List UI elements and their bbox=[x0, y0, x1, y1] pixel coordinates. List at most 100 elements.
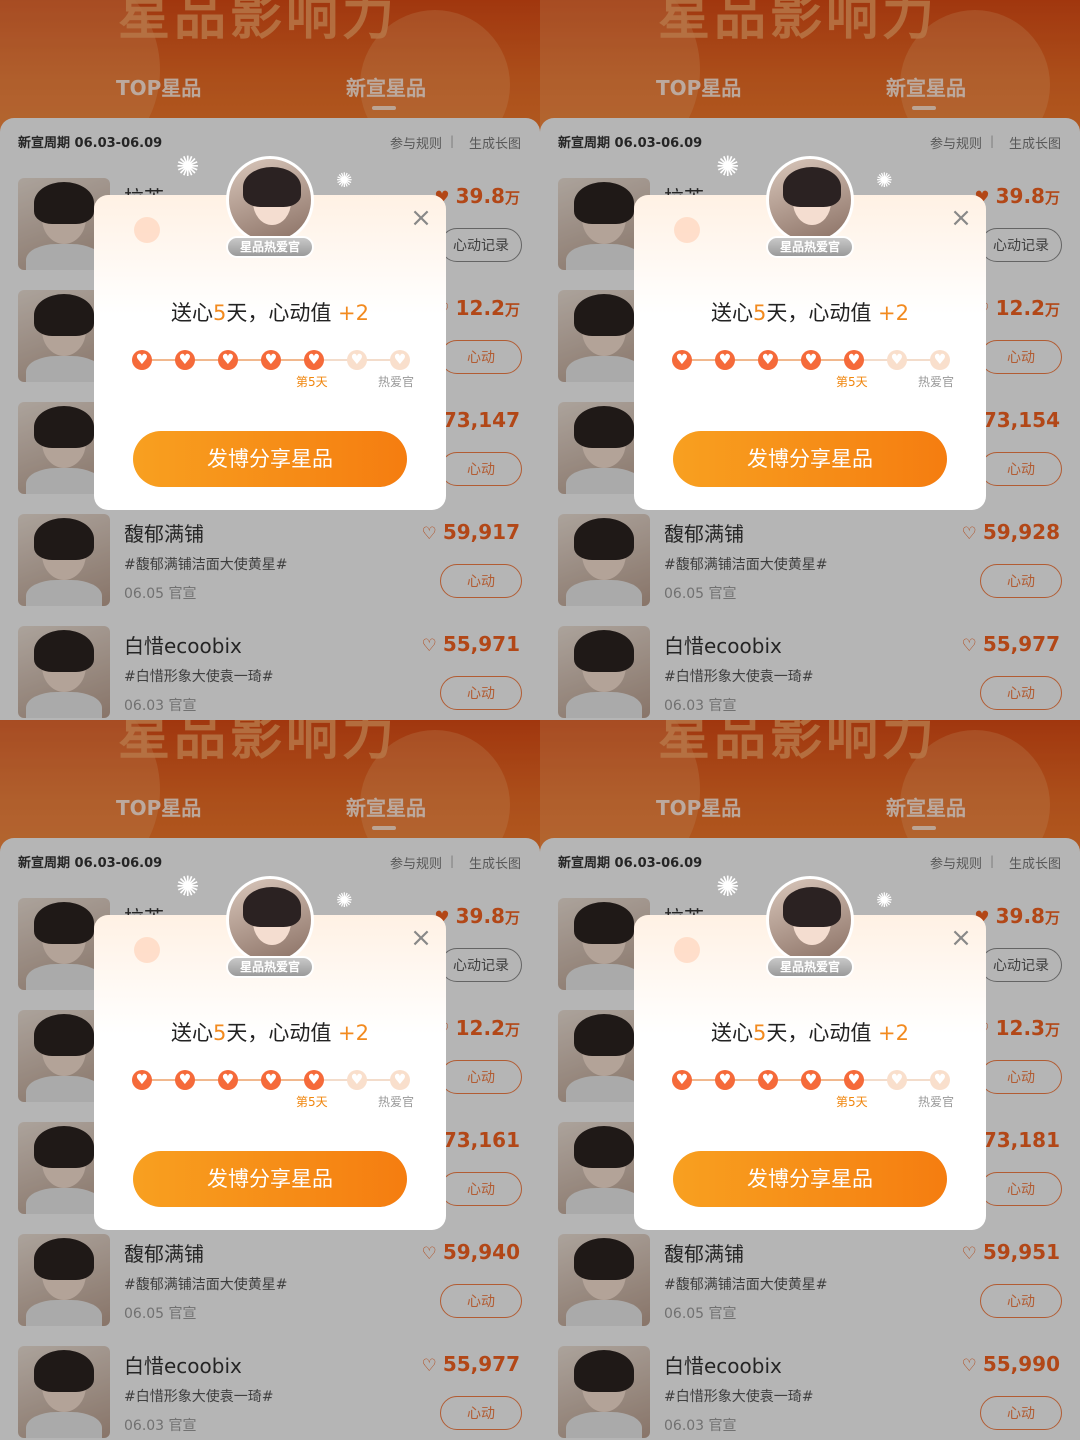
progress-heart-icon: ♥ bbox=[887, 1070, 907, 1090]
progress-heart-icon: ♥ bbox=[304, 350, 324, 370]
progress-heart-icon: ♥ bbox=[715, 1070, 735, 1090]
share-weibo-button[interactable]: 发博分享星品 bbox=[133, 431, 407, 487]
sparkle-icon: ✺ bbox=[716, 870, 740, 903]
title-mid: 天，心动值 bbox=[766, 301, 872, 325]
final-level-label: 热爱官 bbox=[918, 1095, 955, 1109]
modal-title: 送心5天，心动值 +2 bbox=[94, 1017, 446, 1047]
progress-connector bbox=[365, 1079, 392, 1081]
title-plus: +2 bbox=[338, 1021, 370, 1045]
progress-heart-icon: ♥ bbox=[930, 350, 950, 370]
fan-title-badge: 星品热爱官 bbox=[766, 956, 854, 978]
progress-connector bbox=[236, 359, 263, 361]
day5-label: 第5天 bbox=[296, 1095, 328, 1109]
heart-icon bbox=[674, 217, 700, 243]
progress-heart-icon: ♥ bbox=[261, 350, 281, 370]
streak-progress: ♥ ♥ ♥ ♥ ♥ ♥ ♥ bbox=[672, 347, 950, 377]
sparkle-icon: ✺ bbox=[176, 870, 200, 903]
fan-title-badge: 星品热爱官 bbox=[226, 956, 314, 978]
progress-connector bbox=[279, 1079, 306, 1081]
avatar-hair bbox=[783, 887, 841, 927]
sparkle-icon: ✺ bbox=[176, 150, 200, 183]
progress-connector bbox=[690, 1079, 717, 1081]
progress-connector bbox=[905, 1079, 932, 1081]
progress-connector bbox=[776, 359, 803, 361]
sparkle-icon: ✺ bbox=[716, 150, 740, 183]
progress-connector bbox=[322, 359, 349, 361]
progress-heart-icon: ♥ bbox=[844, 1070, 864, 1090]
progress-connector bbox=[819, 1079, 846, 1081]
streak-progress: ♥ ♥ ♥ ♥ ♥ ♥ ♥ bbox=[132, 347, 410, 377]
progress-heart-icon: ♥ bbox=[261, 1070, 281, 1090]
close-icon[interactable]: × bbox=[948, 205, 974, 231]
share-weibo-button[interactable]: 发博分享星品 bbox=[673, 431, 947, 487]
avatar-hair bbox=[243, 887, 301, 927]
avatar-hair bbox=[243, 167, 301, 207]
sparkle-icon: ✺ bbox=[336, 168, 353, 192]
final-level-label: 热爱官 bbox=[918, 375, 955, 389]
progress-heart-icon: ♥ bbox=[672, 1070, 692, 1090]
share-weibo-button[interactable]: 发博分享星品 bbox=[133, 1151, 407, 1207]
progress-heart-icon: ♥ bbox=[347, 1070, 367, 1090]
progress-heart-icon: ♥ bbox=[715, 350, 735, 370]
title-prefix: 送心 bbox=[170, 1021, 213, 1045]
progress-heart-icon: ♥ bbox=[930, 1070, 950, 1090]
sparkle-icon: ✺ bbox=[876, 888, 893, 912]
app-panel: 星品影响力TOP星品新宣星品新宣周期 06.03-06.09参与规则|生成长图拉… bbox=[0, 0, 540, 720]
progress-connector bbox=[733, 1079, 760, 1081]
progress-connector bbox=[690, 359, 717, 361]
progress-connector bbox=[862, 359, 889, 361]
progress-heart-icon: ♥ bbox=[758, 1070, 778, 1090]
progress-heart-icon: ♥ bbox=[347, 350, 367, 370]
title-plus: +2 bbox=[878, 1021, 910, 1045]
progress-connector bbox=[776, 1079, 803, 1081]
progress-heart-icon: ♥ bbox=[801, 350, 821, 370]
progress-connector bbox=[236, 1079, 263, 1081]
title-plus: +2 bbox=[878, 301, 910, 325]
title-days: 5 bbox=[752, 301, 767, 325]
sparkle-icon: ✺ bbox=[336, 888, 353, 912]
close-icon[interactable]: × bbox=[408, 925, 434, 951]
progress-heart-icon: ♥ bbox=[801, 1070, 821, 1090]
fan-avatar bbox=[766, 876, 854, 964]
progress-heart-icon: ♥ bbox=[758, 350, 778, 370]
title-prefix: 送心 bbox=[170, 301, 213, 325]
app-panel: 星品影响力TOP星品新宣星品新宣周期 06.03-06.09参与规则|生成长图拉… bbox=[540, 0, 1080, 720]
day5-label: 第5天 bbox=[296, 375, 328, 389]
progress-heart-icon: ♥ bbox=[390, 350, 410, 370]
progress-connector bbox=[365, 359, 392, 361]
share-weibo-button[interactable]: 发博分享星品 bbox=[673, 1151, 947, 1207]
avatar-hair bbox=[783, 167, 841, 207]
heart-icon bbox=[134, 217, 160, 243]
modal-title: 送心5天，心动值 +2 bbox=[634, 297, 986, 327]
heart-icon bbox=[674, 937, 700, 963]
progress-connector bbox=[150, 1079, 177, 1081]
progress-heart-icon: ♥ bbox=[175, 350, 195, 370]
close-icon[interactable]: × bbox=[948, 925, 974, 951]
modal-title: 送心5天，心动值 +2 bbox=[94, 297, 446, 327]
progress-heart-icon: ♥ bbox=[672, 350, 692, 370]
title-mid: 天，心动值 bbox=[226, 1021, 332, 1045]
close-icon[interactable]: × bbox=[408, 205, 434, 231]
modal-title: 送心5天，心动值 +2 bbox=[634, 1017, 986, 1047]
day5-label: 第5天 bbox=[836, 375, 868, 389]
progress-heart-icon: ♥ bbox=[218, 1070, 238, 1090]
progress-heart-icon: ♥ bbox=[304, 1070, 324, 1090]
day5-label: 第5天 bbox=[836, 1095, 868, 1109]
fan-title-badge: 星品热爱官 bbox=[766, 236, 854, 258]
sparkle-icon: ✺ bbox=[876, 168, 893, 192]
progress-connector bbox=[862, 1079, 889, 1081]
streak-progress: ♥ ♥ ♥ ♥ ♥ ♥ ♥ bbox=[672, 1067, 950, 1097]
final-level-label: 热爱官 bbox=[378, 375, 415, 389]
progress-connector bbox=[193, 359, 220, 361]
title-days: 5 bbox=[212, 301, 227, 325]
heart-icon bbox=[134, 937, 160, 963]
title-mid: 天，心动值 bbox=[766, 1021, 872, 1045]
streak-progress: ♥ ♥ ♥ ♥ ♥ ♥ ♥ bbox=[132, 1067, 410, 1097]
title-mid: 天，心动值 bbox=[226, 301, 332, 325]
app-panel: 星品影响力TOP星品新宣星品新宣周期 06.03-06.09参与规则|生成长图拉… bbox=[540, 720, 1080, 1440]
progress-connector bbox=[733, 359, 760, 361]
progress-connector bbox=[193, 1079, 220, 1081]
progress-heart-icon: ♥ bbox=[175, 1070, 195, 1090]
progress-heart-icon: ♥ bbox=[132, 350, 152, 370]
progress-heart-icon: ♥ bbox=[132, 1070, 152, 1090]
